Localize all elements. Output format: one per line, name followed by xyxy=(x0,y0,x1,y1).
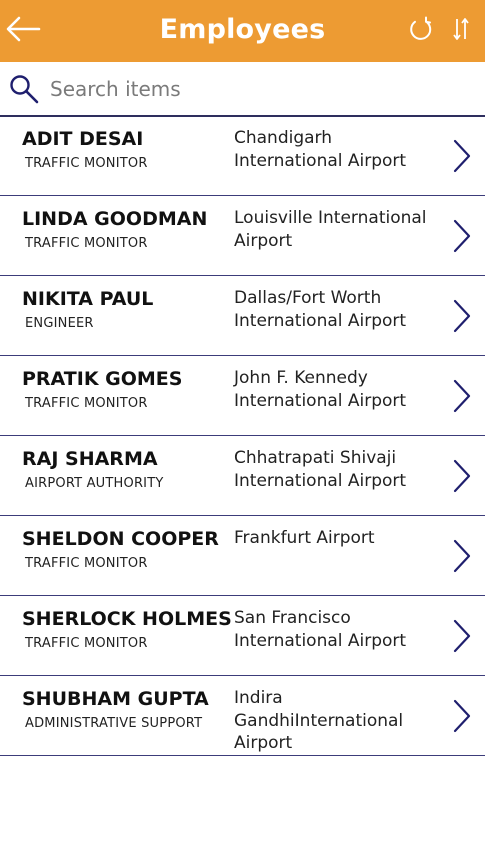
refresh-icon[interactable] xyxy=(407,16,435,44)
employee-role: TRAFFIC MONITOR xyxy=(25,156,148,171)
chevron-right-icon[interactable] xyxy=(452,139,472,173)
employee-role: ADMINISTRATIVE SUPPORT xyxy=(25,716,203,731)
employee-name: ADIT DESAI xyxy=(22,128,144,150)
search-bar xyxy=(0,62,485,117)
employee-list: ADIT DESAI TRAFFIC MONITOR Chandigarh In… xyxy=(0,116,485,756)
employee-row[interactable]: LINDA GOODMAN TRAFFIC MONITOR Louisville… xyxy=(0,196,485,276)
employee-name: SHERLOCK HOLMES xyxy=(22,608,232,630)
employee-role: TRAFFIC MONITOR xyxy=(25,396,148,411)
chevron-right-icon[interactable] xyxy=(452,379,472,413)
employee-row[interactable]: SHERLOCK HOLMES TRAFFIC MONITOR San Fran… xyxy=(0,596,485,676)
employee-location: San Francisco International Airport xyxy=(234,608,407,651)
employee-role: TRAFFIC MONITOR xyxy=(25,236,148,251)
employee-row[interactable]: SHELDON COOPER TRAFFIC MONITOR Frankfurt… xyxy=(0,516,485,596)
employee-location: Chhatrapati Shivaji International Airpor… xyxy=(234,448,407,491)
employee-row[interactable]: ADIT DESAI TRAFFIC MONITOR Chandigarh In… xyxy=(0,116,485,196)
employee-name: PRATIK GOMES xyxy=(22,368,183,390)
back-arrow-icon[interactable] xyxy=(6,14,42,44)
employee-role: ENGINEER xyxy=(25,316,94,331)
employee-role: TRAFFIC MONITOR xyxy=(25,556,148,571)
search-icon xyxy=(10,75,39,104)
employee-location: Dallas/Fort Worth International Airport xyxy=(234,288,407,331)
employee-row[interactable]: RAJ SHARMA AIRPORT AUTHORITY Chhatrapati… xyxy=(0,436,485,516)
employee-location: Indira GandhiInternational Airport xyxy=(234,688,404,753)
employee-role: AIRPORT AUTHORITY xyxy=(25,476,164,491)
employee-row[interactable]: NIKITA PAUL ENGINEER Dallas/Fort Worth I… xyxy=(0,276,485,356)
employee-location: Frankfurt Airport xyxy=(234,528,375,548)
chevron-right-icon[interactable] xyxy=(452,299,472,333)
employee-name: SHUBHAM GUPTA xyxy=(22,688,209,710)
employee-role: TRAFFIC MONITOR xyxy=(25,636,148,651)
chevron-right-icon[interactable] xyxy=(452,619,472,653)
employee-location: John F. Kennedy International Airport xyxy=(234,368,407,411)
search-input[interactable] xyxy=(50,70,470,108)
employee-name: LINDA GOODMAN xyxy=(22,208,208,230)
chevron-right-icon[interactable] xyxy=(452,539,472,573)
app-header: Employees xyxy=(0,0,485,62)
chevron-right-icon[interactable] xyxy=(452,459,472,493)
employee-location: Louisville International Airport xyxy=(234,208,427,251)
chevron-right-icon[interactable] xyxy=(452,219,472,253)
employee-location: Chandigarh International Airport xyxy=(234,128,407,171)
employee-row[interactable]: SHUBHAM GUPTA ADMINISTRATIVE SUPPORT Ind… xyxy=(0,676,485,756)
employee-name: SHELDON COOPER xyxy=(22,528,219,550)
employee-name: NIKITA PAUL xyxy=(22,288,154,310)
chevron-right-icon[interactable] xyxy=(452,699,472,733)
employee-row[interactable]: PRATIK GOMES TRAFFIC MONITOR John F. Ken… xyxy=(0,356,485,436)
employee-name: RAJ SHARMA xyxy=(22,448,158,470)
sort-icon[interactable] xyxy=(451,16,471,42)
